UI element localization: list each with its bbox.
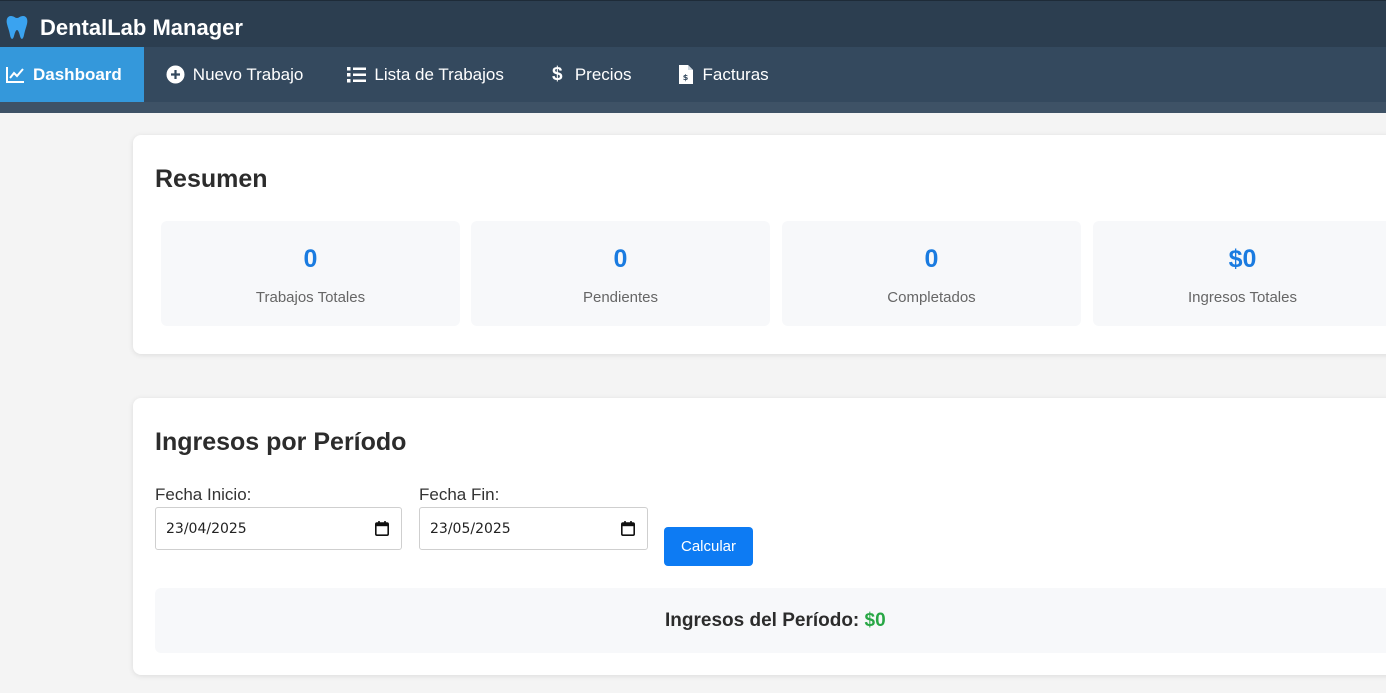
stat-trabajos-totales: 0 Trabajos Totales bbox=[161, 221, 460, 326]
end-date-value: 23/05/2025 bbox=[430, 520, 511, 537]
app-title: DentalLab Manager bbox=[40, 15, 243, 40]
end-date-input[interactable]: 23/05/2025 bbox=[419, 507, 648, 550]
nav-item-lista-trabajos[interactable]: Lista de Trabajos bbox=[325, 47, 525, 102]
stat-completados: 0 Completados bbox=[782, 221, 1081, 326]
period-result: Ingresos del Período: $0 bbox=[665, 610, 886, 632]
income-title: Ingresos por Período bbox=[155, 428, 407, 456]
nav-label: Nuevo Trabajo bbox=[192, 64, 304, 84]
stat-value: 0 bbox=[924, 245, 939, 273]
start-date-input[interactable]: 23/04/2025 bbox=[155, 507, 402, 550]
nav-label: Facturas bbox=[702, 64, 769, 84]
plus-circle-icon bbox=[166, 65, 185, 84]
stat-label: Completados bbox=[887, 289, 976, 306]
stat-label: Trabajos Totales bbox=[255, 289, 366, 306]
calendar-icon[interactable] bbox=[621, 521, 635, 536]
nav-label: Lista de Trabajos bbox=[374, 64, 504, 84]
nav-item-dashboard[interactable]: Dashboard bbox=[0, 47, 144, 102]
stat-ingresos-totales: $0 Ingresos Totales bbox=[1093, 221, 1386, 326]
start-date-label: Fecha Inicio: bbox=[155, 485, 252, 504]
period-result-box: Ingresos del Período: $0 bbox=[155, 588, 1386, 653]
dollar-icon: $ bbox=[552, 63, 563, 85]
nav-item-nuevo-trabajo[interactable]: Nuevo Trabajo bbox=[144, 47, 326, 102]
tooth-icon bbox=[6, 16, 28, 39]
summary-card: Resumen 0 Trabajos Totales 0 Pendientes … bbox=[133, 135, 1386, 354]
list-icon bbox=[347, 65, 367, 84]
stat-label: Pendientes bbox=[582, 289, 659, 306]
period-result-label: Ingresos del Período: bbox=[665, 610, 860, 631]
app-header: DentalLab Manager bbox=[0, 0, 1386, 47]
nav-label: Precios bbox=[574, 64, 632, 84]
calendar-icon[interactable] bbox=[375, 521, 389, 536]
income-card: Ingresos por Período Fecha Inicio: 23/04… bbox=[133, 398, 1386, 675]
stat-label: Ingresos Totales bbox=[1188, 289, 1297, 306]
calculate-button[interactable]: Calcular bbox=[664, 527, 753, 566]
stat-value: 0 bbox=[613, 245, 628, 273]
nav-item-facturas[interactable]: $ Facturas bbox=[654, 47, 791, 102]
invoice-icon: $ bbox=[676, 65, 695, 84]
svg-text:$: $ bbox=[682, 73, 688, 82]
stat-value: 0 bbox=[303, 245, 318, 273]
start-date-value: 23/04/2025 bbox=[166, 520, 247, 537]
stat-pendientes: 0 Pendientes bbox=[471, 221, 770, 326]
period-result-value: $0 bbox=[864, 610, 886, 631]
main-nav: Dashboard Nuevo Trabajo Lista de Trabajo… bbox=[0, 47, 1386, 102]
nav-label: Dashboard bbox=[33, 64, 122, 84]
nav-item-precios[interactable]: $ Precios bbox=[526, 47, 654, 102]
chart-line-icon bbox=[6, 65, 25, 84]
nav-bottom-bar bbox=[0, 102, 1386, 113]
stat-value: $0 bbox=[1228, 245, 1257, 273]
summary-title: Resumen bbox=[155, 165, 268, 193]
brand: DentalLab Manager bbox=[6, 15, 243, 41]
end-date-label: Fecha Fin: bbox=[419, 485, 500, 504]
